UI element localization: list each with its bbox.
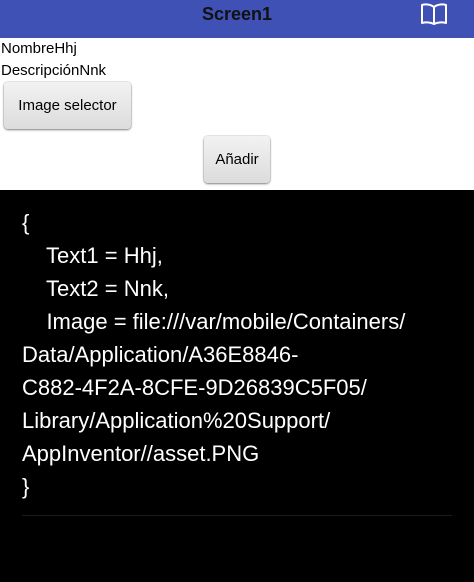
dialog-message: { Text1 = Hhj, Text2 = Nnk, Image = file… xyxy=(22,206,462,503)
alert-dialog: { Text1 = Hhj, Text2 = Nnk, Image = file… xyxy=(0,190,474,582)
dialog-line: Library/Application%20Support/ xyxy=(22,408,331,433)
dialog-line: { xyxy=(22,210,30,235)
add-button[interactable]: Añadir xyxy=(204,136,270,183)
screen-title: Screen1 xyxy=(201,4,273,24)
image-selector-button[interactable]: Image selector xyxy=(4,82,131,129)
dialog-line: AppInventor//asset.PNG xyxy=(22,441,260,466)
description-label: DescripciónNnk xyxy=(1,62,107,79)
dialog-line: Data/Application/A36E8846- xyxy=(22,342,299,367)
book-icon[interactable] xyxy=(420,2,448,26)
title-bar: Screen1 xyxy=(0,0,474,38)
dialog-line: } xyxy=(22,474,30,499)
dialog-line: Text2 = Nnk, xyxy=(22,276,169,301)
name-label: NombreHhj xyxy=(1,40,77,57)
dialog-line: Text1 = Hhj, xyxy=(22,243,163,268)
dialog-line: Image = file:///var/mobile/Containers/ xyxy=(22,309,406,334)
dialog-line: C882-4F2A-8CFE-9D26839C5F05/ xyxy=(22,375,367,400)
dialog-divider xyxy=(22,515,452,516)
